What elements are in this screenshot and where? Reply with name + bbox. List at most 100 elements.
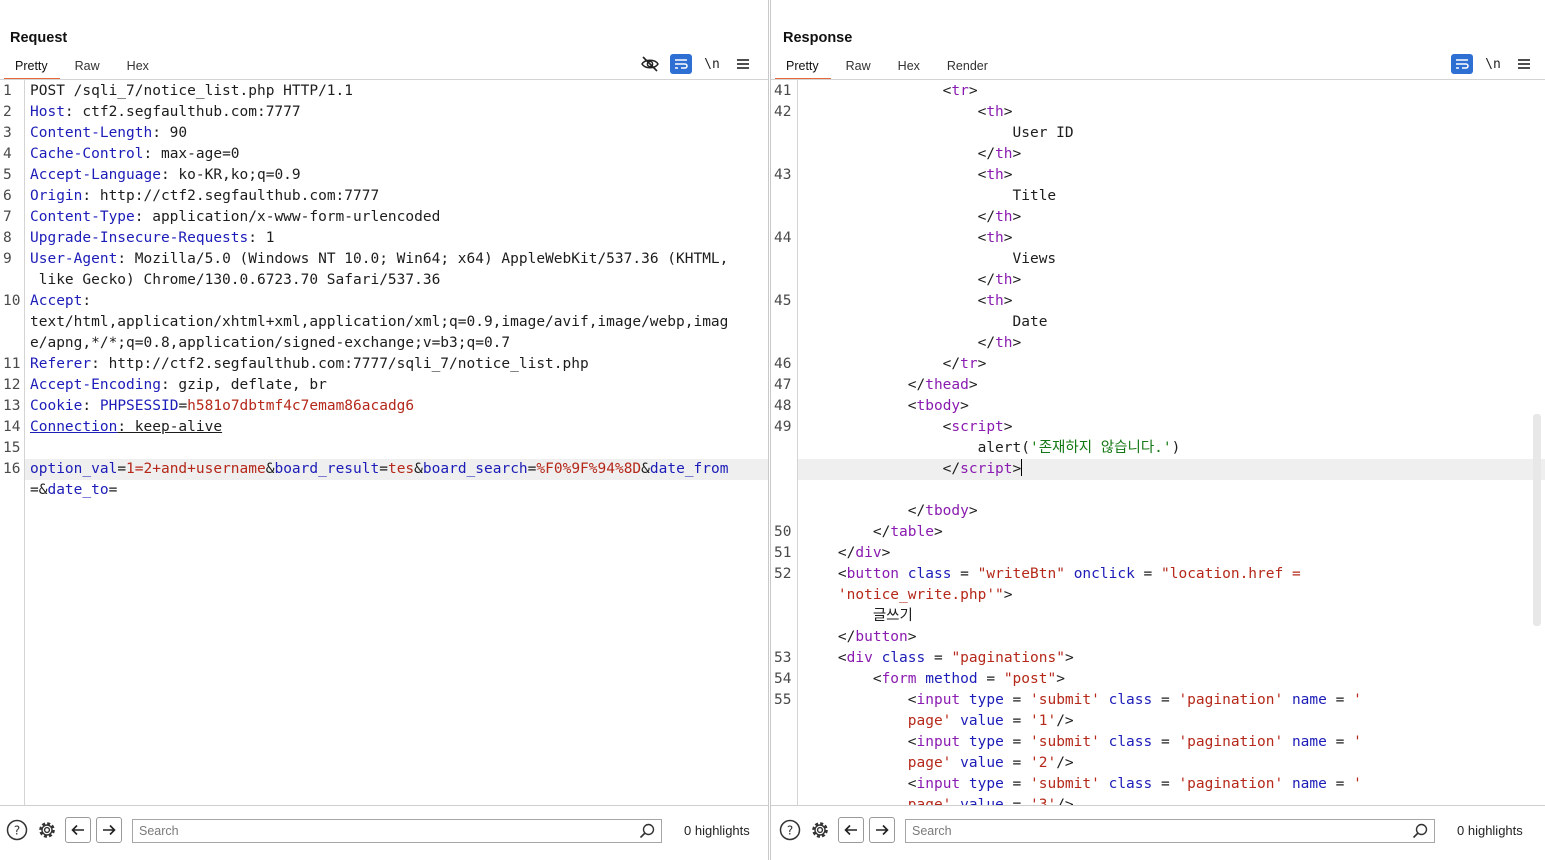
code-line[interactable]: Cookie: PHPSESSID=h581o7dbtmf4c7emam86ac…	[30, 396, 414, 417]
code-line[interactable]: </th>	[803, 333, 1022, 354]
tab-pretty[interactable]: Pretty	[775, 56, 831, 80]
code-line[interactable]: page' value = '3'/>	[803, 795, 1074, 805]
line-number: 47	[774, 377, 792, 393]
line-number: 48	[774, 398, 792, 414]
back-arrow-icon[interactable]	[838, 817, 864, 843]
code-line[interactable]: Date	[803, 312, 1048, 333]
line-number: 42	[774, 104, 792, 120]
line-number: 9	[3, 251, 12, 267]
code-line[interactable]: <input type = 'submit' class = 'paginati…	[803, 774, 1362, 795]
code-line[interactable]: Views	[803, 249, 1057, 270]
code-line[interactable]: User ID	[803, 123, 1074, 144]
back-arrow-icon[interactable]	[65, 817, 91, 843]
code-line[interactable]: </th>	[803, 144, 1022, 165]
code-line[interactable]: 글쓰기	[803, 606, 913, 627]
code-line[interactable]: </th>	[803, 207, 1022, 228]
code-line[interactable]: Origin: http://ctf2.segfaulthub.com:7777	[30, 186, 379, 207]
menu-icon[interactable]	[1513, 54, 1535, 74]
code-line[interactable]: </tr>	[803, 354, 987, 375]
wrap-icon[interactable]	[670, 54, 692, 74]
code-line[interactable]: </thead>	[803, 375, 978, 396]
request-footer: ? 0 highlights	[0, 805, 768, 860]
help-icon[interactable]: ?	[5, 818, 29, 842]
line-number: 12	[3, 377, 21, 393]
code-line[interactable]: Connection: keep-alive	[30, 417, 222, 438]
tab-pretty[interactable]: Pretty	[4, 56, 60, 80]
request-panel: Request Pretty Raw Hex \n 1 2 3 4 5 6 7 8 9 10 11 1…	[0, 0, 769, 860]
request-code[interactable]: POST /sqli_7/notice_list.php HTTP/1.1 Hos…	[25, 80, 768, 805]
wrap-icon[interactable]	[1451, 54, 1473, 74]
code-line[interactable]: alert('존재하지 않습니다.')	[803, 438, 1181, 459]
search-icon[interactable]	[1412, 823, 1428, 842]
response-code[interactable]: <tr> <th> User ID </th> <th> Title </th>…	[798, 80, 1545, 805]
code-line[interactable]: <input type = 'submit' class = 'paginati…	[803, 690, 1362, 711]
highlights-count: 0 highlights	[684, 823, 750, 838]
code-line[interactable]: e/apng,*/*;q=0.8,application/signed-exch…	[30, 333, 510, 354]
code-line[interactable]: <tbody>	[803, 396, 969, 417]
response-editor[interactable]: 41 42 43 44 45 46 47 48 49 50 51 52 53 54 55 <tr> <th>…	[771, 80, 1545, 805]
newline-toggle[interactable]: \n	[1482, 54, 1504, 74]
text-caret	[1021, 459, 1023, 476]
tab-raw[interactable]: Raw	[835, 56, 883, 80]
code-line[interactable]: </button>	[803, 627, 917, 648]
code-line[interactable]: Title	[803, 186, 1057, 207]
line-number: 54	[774, 671, 792, 687]
code-line[interactable]: Content-Length: 90	[30, 123, 187, 144]
code-line[interactable]: </div>	[803, 543, 890, 564]
code-line[interactable]: <script>	[803, 417, 1013, 438]
code-line[interactable]: Host: ctf2.segfaulthub.com:7777	[30, 102, 301, 123]
code-line[interactable]: </tbody>	[803, 501, 978, 522]
search-icon[interactable]	[639, 823, 655, 842]
code-line[interactable]: text/html,application/xhtml+xml,applicat…	[30, 312, 728, 333]
code-line[interactable]: User-Agent: Mozilla/5.0 (Windows NT 10.0…	[30, 249, 728, 270]
newline-toggle[interactable]: \n	[701, 54, 723, 74]
code-line[interactable]: <th>	[803, 165, 1013, 186]
code-line[interactable]: =&date_to=	[30, 480, 117, 501]
tab-hex[interactable]: Hex	[116, 56, 161, 80]
help-icon[interactable]: ?	[778, 818, 802, 842]
line-number: 15	[3, 440, 21, 456]
code-line[interactable]: <form method = "post">	[803, 669, 1065, 690]
code-line[interactable]: Upgrade-Insecure-Requests: 1	[30, 228, 274, 249]
search-input[interactable]	[139, 823, 619, 839]
gear-icon[interactable]	[35, 818, 59, 842]
code-line[interactable]: <button class = "writeBtn" onclick = "lo…	[803, 564, 1301, 585]
code-line[interactable]: like Gecko) Chrome/130.0.6723.70 Safari/…	[30, 270, 441, 291]
code-line[interactable]: 'notice_write.php'">	[803, 585, 1013, 606]
line-number: 43	[774, 167, 792, 183]
line-number: 44	[774, 230, 792, 246]
code-line[interactable]: <th>	[803, 228, 1013, 249]
eye-slash-icon[interactable]	[639, 54, 661, 74]
line-number: 13	[3, 398, 21, 414]
search-input[interactable]	[912, 823, 1392, 839]
code-line[interactable]: Accept-Language: ko-KR,ko;q=0.9	[30, 165, 301, 186]
code-line[interactable]: <input type = 'submit' class = 'paginati…	[803, 732, 1362, 753]
line-number: 1	[3, 83, 12, 99]
code-line[interactable]: POST /sqli_7/notice_list.php HTTP/1.1	[30, 81, 353, 102]
code-line[interactable]: option_val=1=2+and+username&board_result…	[30, 459, 728, 480]
code-line[interactable]: <th>	[803, 291, 1013, 312]
vertical-scrollbar[interactable]	[1533, 414, 1541, 626]
request-editor[interactable]: 1 2 3 4 5 6 7 8 9 10 11 12 13 14 15 16 POST /sqli_7/not…	[0, 80, 768, 805]
forward-arrow-icon[interactable]	[869, 817, 895, 843]
tab-hex[interactable]: Hex	[887, 56, 932, 80]
code-line[interactable]: Accept:	[30, 291, 91, 312]
code-line[interactable]: </table>	[803, 522, 943, 543]
code-line[interactable]: page' value = '2'/>	[803, 753, 1074, 774]
tab-render[interactable]: Render	[936, 56, 1000, 80]
code-line[interactable]: </th>	[803, 270, 1022, 291]
code-line[interactable]: page' value = '1'/>	[803, 711, 1074, 732]
code-line[interactable]: </script>	[803, 459, 1023, 480]
code-line[interactable]: Content-Type: application/x-www-form-url…	[30, 207, 440, 228]
code-line[interactable]: <th>	[803, 102, 1013, 123]
forward-arrow-icon[interactable]	[96, 817, 122, 843]
tab-raw[interactable]: Raw	[64, 56, 112, 80]
highlights-count: 0 highlights	[1457, 823, 1523, 838]
gear-icon[interactable]	[808, 818, 832, 842]
code-line[interactable]: Referer: http://ctf2.segfaulthub.com:777…	[30, 354, 589, 375]
menu-icon[interactable]	[732, 54, 754, 74]
code-line[interactable]: Cache-Control: max-age=0	[30, 144, 240, 165]
code-line[interactable]: <div class = "paginations">	[803, 648, 1074, 669]
code-line[interactable]: <tr>	[803, 81, 978, 102]
code-line[interactable]: Accept-Encoding: gzip, deflate, br	[30, 375, 327, 396]
